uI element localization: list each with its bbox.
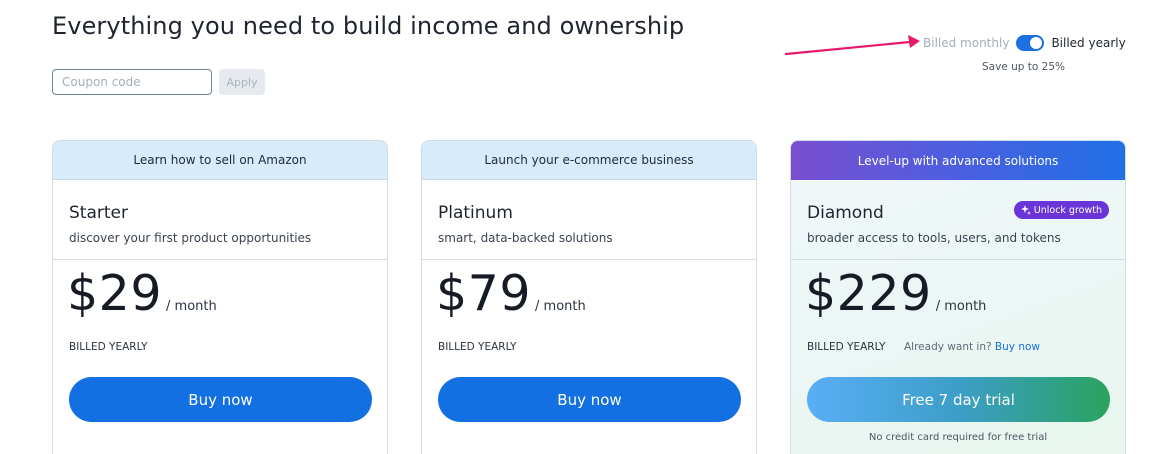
plan-name: Diamond — [807, 203, 884, 223]
arrow-annotation-icon — [784, 35, 920, 56]
no-credit-card-note: No credit card required for free trial — [868, 432, 1048, 443]
price-amount: $29 — [67, 265, 163, 322]
badge-label: Unlock growth — [1033, 204, 1102, 216]
buy-now-button-platinum[interactable]: Buy now — [438, 377, 741, 422]
plan-card-starter: Learn how to sell on Amazon Starter disc… — [52, 140, 388, 454]
price-period: / month — [166, 299, 217, 314]
plan-description: discover your first product opportunitie… — [69, 231, 312, 245]
already-text: Already want in? — [904, 341, 992, 353]
plan-card-header: Launch your e-commerce business — [422, 141, 756, 180]
price-amount: $229 — [805, 265, 932, 322]
buy-now-button-starter[interactable]: Buy now — [69, 377, 372, 422]
free-trial-button[interactable]: Free 7 day trial — [807, 377, 1110, 422]
billing-period-switch: Billed monthly Billed yearly — [923, 34, 1126, 52]
plan-name: Starter — [69, 203, 128, 223]
toggle-knob — [1030, 37, 1043, 49]
unlock-growth-badge: Unlock growth — [1013, 201, 1109, 219]
billing-toggle[interactable] — [1016, 35, 1045, 51]
plan-card-header: Learn how to sell on Amazon — [53, 141, 387, 180]
price-period: / month — [535, 299, 586, 314]
plan-description: smart, data-backed solutions — [438, 231, 613, 245]
price-amount: $79 — [436, 265, 532, 322]
plan-card-header: Level-up with advanced solutions — [791, 141, 1125, 180]
price-period: / month — [935, 299, 987, 314]
plan-price: $29/ month — [67, 265, 217, 322]
billing-note: BILLED YEARLY — [438, 341, 517, 353]
billing-note: BILLED YEARLY — [69, 341, 148, 353]
apply-coupon-button[interactable]: Apply — [219, 69, 265, 95]
plan-description: broader access to tools, users, and toke… — [807, 231, 1061, 245]
divider — [791, 259, 1125, 260]
divider — [422, 259, 756, 260]
plan-card-diamond: Level-up with advanced solutions Diamond… — [790, 140, 1126, 454]
billed-monthly-option[interactable]: Billed monthly — [923, 36, 1009, 50]
plan-price: $229/ month — [805, 265, 986, 322]
billing-note: BILLED YEARLY — [807, 341, 886, 353]
save-note: Save up to 25% — [982, 61, 1065, 73]
plan-card-platinum: Launch your e-commerce business Platinum… — [421, 140, 757, 454]
plan-price: $79/ month — [436, 265, 586, 322]
coupon-code-input[interactable] — [52, 69, 212, 95]
plan-name: Platinum — [438, 203, 513, 223]
page-title: Everything you need to build income and … — [52, 12, 685, 40]
buy-now-link-diamond[interactable]: Buy now — [995, 341, 1040, 353]
sparkle-icon — [1020, 205, 1031, 215]
already-want-in: Already want in? Buy now — [904, 341, 1040, 353]
billed-yearly-option[interactable]: Billed yearly — [1051, 36, 1125, 50]
divider — [53, 259, 387, 260]
